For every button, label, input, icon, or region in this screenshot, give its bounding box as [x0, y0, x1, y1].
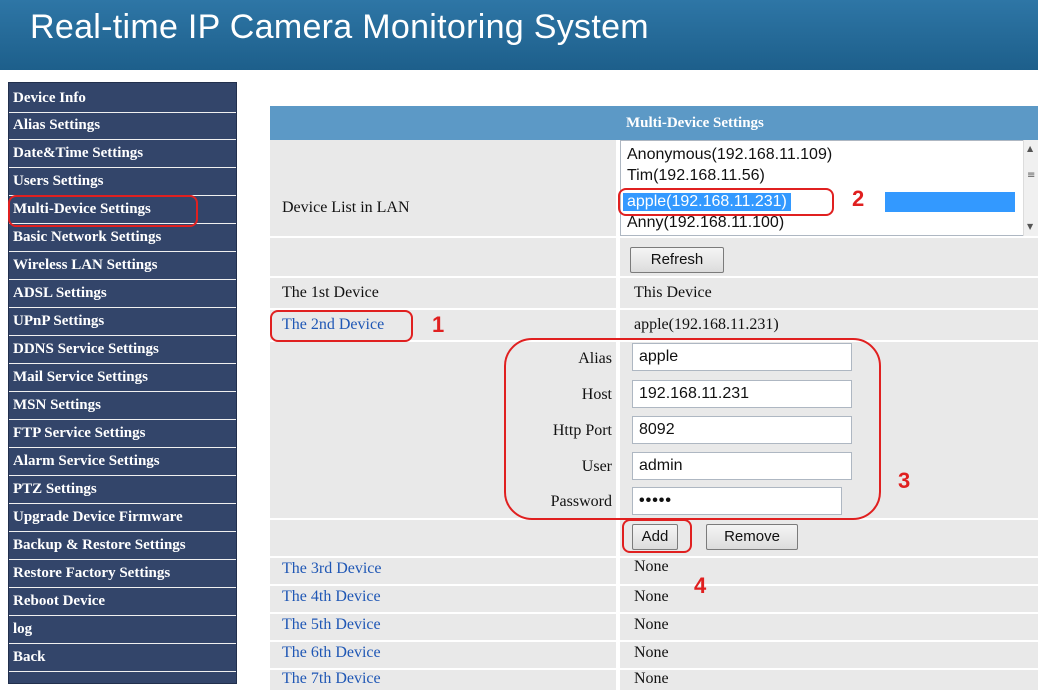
device-6-label-cell: The 6th Device [270, 642, 616, 668]
sidebar-item-basic-network-settings[interactable]: Basic Network Settings [9, 226, 236, 252]
multi-device-panel: Multi-Device Settings Device List in LAN… [270, 100, 1038, 690]
refresh-label-cell [270, 238, 616, 276]
device-5-value: None [634, 616, 669, 633]
sidebar-item-wireless-lan-settings[interactable]: Wireless LAN Settings [9, 254, 236, 280]
app-header: Real-time IP Camera Monitoring System [0, 0, 1038, 70]
device-2-link[interactable]: The 2nd Device [282, 316, 384, 334]
sidebar-item-log[interactable]: log [9, 618, 236, 644]
sidebar-item-ddns-service-settings[interactable]: DDNS Service Settings [9, 338, 236, 364]
device-2-value: apple(192.168.11.231) [634, 316, 779, 333]
device-4-label-cell: The 4th Device [270, 586, 616, 612]
sidebar-item-back[interactable]: Back [9, 646, 236, 672]
sidebar-item-ftp-service-settings[interactable]: FTP Service Settings [9, 422, 236, 448]
device-2-value-cell: apple(192.168.11.231) [620, 310, 1038, 340]
add-button[interactable]: Add [632, 524, 678, 550]
refresh-value-cell: Refresh [620, 238, 1038, 276]
device-7-value-cell: None [620, 670, 1038, 690]
device-list-label-cell: Device List in LAN [270, 140, 616, 236]
device-4-link[interactable]: The 4th Device [282, 588, 381, 606]
scroll-up-icon[interactable]: ▲ [1027, 144, 1033, 153]
device-3-label-cell: The 3rd Device [270, 558, 616, 584]
actions-label-cell [270, 520, 616, 556]
device-list-label: Device List in LAN [282, 199, 410, 216]
sidebar-item-date-time-settings[interactable]: Date&Time Settings [9, 142, 236, 168]
http-port-label: Http Port [552, 422, 612, 439]
device-3-value-cell: None [620, 558, 1038, 584]
device-7-value: None [634, 670, 669, 687]
device-list-scrollbar[interactable]: ▲ ≡ ▼ [1023, 140, 1038, 236]
device-1-value: This Device [634, 284, 712, 301]
sidebar-item-mail-service-settings[interactable]: Mail Service Settings [9, 366, 236, 392]
device-1-label-cell: The 1st Device [270, 278, 616, 308]
scroll-thumb-grip-icon[interactable]: ≡ [1027, 170, 1035, 181]
sidebar-item-upgrade-device-firmware[interactable]: Upgrade Device Firmware [9, 506, 236, 532]
annotation-number-4: 4 [694, 573, 707, 598]
device-6-link[interactable]: The 6th Device [282, 644, 381, 662]
device-list-option-selected[interactable]: apple(192.168.11.231) [623, 193, 791, 211]
http-port-input[interactable]: 8092 [632, 416, 852, 444]
sidebar-nav: Device Info Alias Settings Date&Time Set… [8, 82, 237, 684]
sidebar-item-msn-settings[interactable]: MSN Settings [9, 394, 236, 420]
device-7-label-cell: The 7th Device [270, 670, 616, 690]
device-5-value-cell: None [620, 614, 1038, 640]
panel-title: Multi-Device Settings [626, 115, 764, 131]
sidebar-item-alarm-service-settings[interactable]: Alarm Service Settings [9, 450, 236, 476]
sidebar-item-multi-device-settings[interactable]: Multi-Device Settings [9, 198, 236, 224]
sidebar-item-alias-settings[interactable]: Alias Settings [9, 114, 236, 140]
device-list-option[interactable]: Anny(192.168.11.100) [627, 214, 784, 232]
sidebar-item-reboot-device[interactable]: Reboot Device [9, 590, 236, 616]
password-input[interactable]: ••••• [632, 487, 842, 515]
remove-button[interactable]: Remove [706, 524, 798, 550]
app-title: Real-time IP Camera Monitoring System [30, 8, 649, 46]
actions-value-cell: Add Remove [620, 520, 1038, 556]
panel-title-bar: Multi-Device Settings [270, 106, 1038, 140]
device-4-value-cell: None [620, 586, 1038, 612]
sidebar-item-backup-restore-settings[interactable]: Backup & Restore Settings [9, 534, 236, 560]
device-6-value: None [634, 644, 669, 661]
device-5-label-cell: The 5th Device [270, 614, 616, 640]
device-7-link[interactable]: The 7th Device [282, 670, 381, 688]
annotation-number-1: 1 [432, 312, 445, 337]
device-6-value-cell: None [620, 642, 1038, 668]
sidebar-item-adsl-settings[interactable]: ADSL Settings [9, 282, 236, 308]
device-list-option[interactable]: Anonymous(192.168.11.109) [627, 146, 832, 164]
host-input[interactable]: 192.168.11.231 [632, 380, 852, 408]
scroll-down-icon[interactable]: ▼ [1027, 222, 1033, 231]
sidebar-item-upnp-settings[interactable]: UPnP Settings [9, 310, 236, 336]
device-1-value-cell: This Device [620, 278, 1038, 308]
device-3-value: None [634, 558, 669, 575]
sidebar-item-ptz-settings[interactable]: PTZ Settings [9, 478, 236, 504]
device-4-value: None [634, 588, 669, 605]
host-label: Host [581, 386, 612, 403]
device-5-link[interactable]: The 5th Device [282, 616, 381, 634]
password-label: Password [550, 493, 612, 510]
sidebar-item-restore-factory-settings[interactable]: Restore Factory Settings [9, 562, 236, 588]
annotation-number-2: 2 [852, 186, 865, 211]
device-list-box[interactable]: Anonymous(192.168.11.109) Tim(192.168.11… [620, 140, 1038, 236]
alias-input[interactable]: apple [632, 343, 852, 371]
device-3-link[interactable]: The 3rd Device [282, 560, 382, 578]
alias-label: Alias [578, 350, 612, 367]
user-label: User [581, 458, 612, 475]
user-input[interactable]: admin [632, 452, 852, 480]
annotation-number-3: 3 [898, 468, 911, 493]
device-list-option[interactable]: Tim(192.168.11.56) [627, 167, 765, 185]
device-1-label: The 1st Device [282, 284, 379, 301]
sidebar-item-device-info[interactable]: Device Info [9, 87, 236, 113]
list-selection-highlight [885, 192, 1015, 212]
sidebar-item-users-settings[interactable]: Users Settings [9, 170, 236, 196]
refresh-button[interactable]: Refresh [630, 247, 724, 273]
